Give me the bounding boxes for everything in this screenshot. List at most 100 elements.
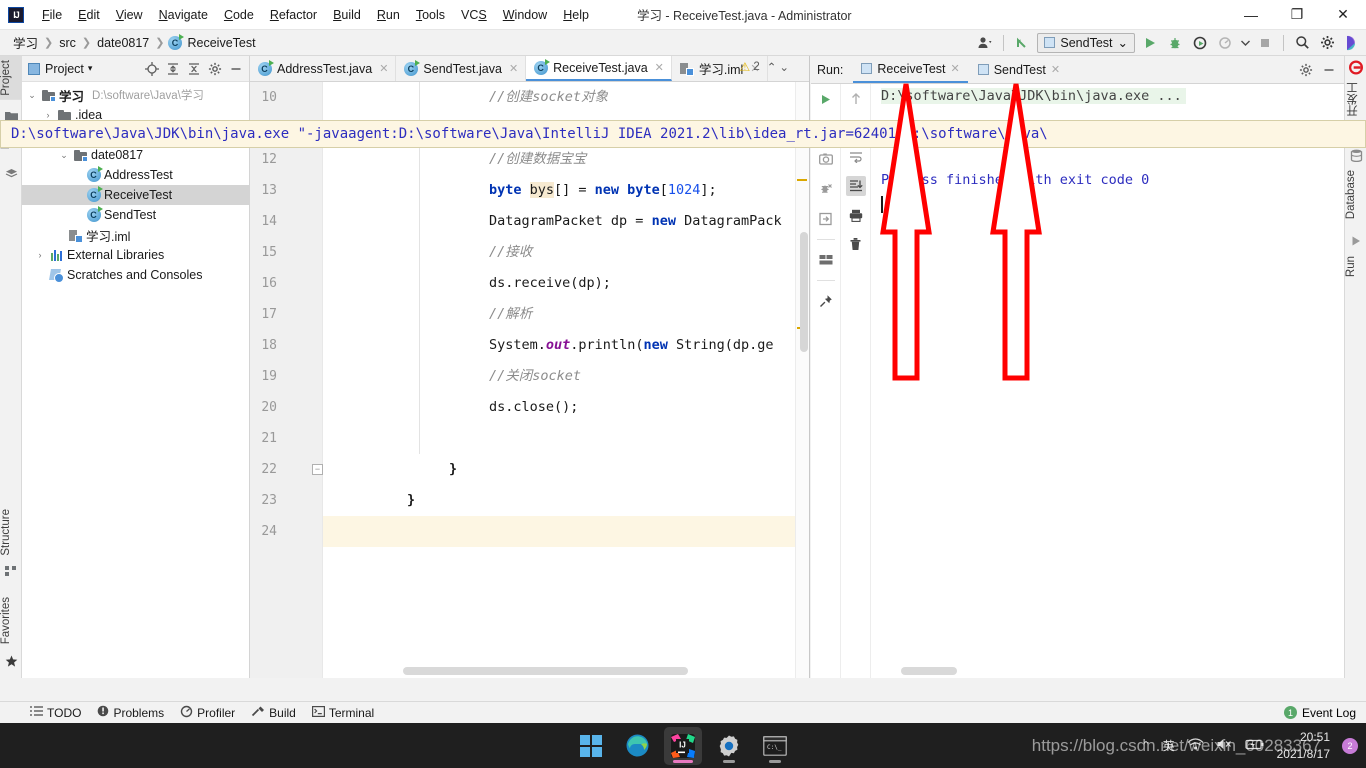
run-with-coverage-icon[interactable]: [1190, 33, 1210, 53]
inspection-marker[interactable]: [797, 179, 807, 181]
breadcrumb-item-project[interactable]: 学习: [10, 33, 41, 52]
next-problem-icon[interactable]: ⌄: [779, 60, 789, 74]
hide-panel-icon[interactable]: [1321, 62, 1336, 77]
debug-icon[interactable]: [1165, 33, 1185, 53]
search-everywhere-icon[interactable]: [1292, 33, 1312, 53]
close-icon[interactable]: ✕: [509, 62, 518, 75]
close-icon[interactable]: ✕: [951, 62, 960, 75]
command-prompt-icon[interactable]: C:\_: [756, 727, 794, 765]
toolwindow-todo[interactable]: TODO: [30, 706, 81, 720]
collapse-all-icon[interactable]: [186, 61, 201, 76]
gear-icon[interactable]: [1298, 62, 1313, 77]
editor-tab-receivetest[interactable]: C ReceiveTest.java ✕: [526, 56, 672, 81]
layout-settings-icon[interactable]: [816, 250, 836, 270]
sidebar-item-database[interactable]: Database: [1345, 166, 1366, 223]
notification-badge[interactable]: 2: [1342, 737, 1358, 754]
twisty-icon[interactable]: ›: [42, 110, 54, 120]
locate-file-icon[interactable]: [144, 61, 159, 76]
menu-help[interactable]: Help: [555, 4, 597, 26]
menu-file[interactable]: File: [34, 4, 70, 26]
prev-problem-icon[interactable]: ⌃: [767, 60, 777, 74]
tree-node-scratches[interactable]: Scratches and Consoles: [22, 265, 249, 285]
sidebar-item-structure[interactable]: Structure: [0, 505, 22, 560]
ide-assistant-icon[interactable]: [1342, 33, 1362, 53]
menu-code[interactable]: Code: [216, 4, 262, 26]
run-tab-receivetest[interactable]: ReceiveTest ✕: [853, 56, 968, 83]
edge-browser-icon[interactable]: [618, 727, 656, 765]
start-button-icon[interactable]: [572, 727, 610, 765]
tree-node-project-root[interactable]: ⌄ 学习 D:\software\Java\学习: [22, 85, 249, 105]
close-icon[interactable]: ✕: [655, 61, 664, 74]
editor-vertical-scrollbar-thumb[interactable]: [800, 232, 808, 352]
scroll-to-end-icon[interactable]: [845, 176, 866, 196]
settings-gear-icon[interactable]: [1317, 33, 1337, 53]
tree-node-external-libraries[interactable]: › External Libraries: [22, 245, 249, 265]
ime-indicator[interactable]: 英: [1163, 737, 1175, 754]
menu-run[interactable]: Run: [369, 4, 408, 26]
console-horizontal-scrollbar[interactable]: [901, 667, 957, 675]
soft-wrap-icon[interactable]: [846, 147, 866, 167]
menu-edit[interactable]: Edit: [70, 4, 108, 26]
clear-all-icon[interactable]: [846, 234, 866, 254]
editor-inspection-strip[interactable]: [795, 82, 809, 678]
thread-dump-icon[interactable]: [816, 179, 836, 199]
pin-icon[interactable]: [816, 291, 836, 311]
editor-tab-addresstest[interactable]: C AddressTest.java ✕: [250, 56, 397, 81]
breadcrumb-item-src[interactable]: src: [56, 36, 79, 50]
toolwindow-profiler[interactable]: Profiler: [180, 705, 235, 721]
scrollbar-thumb[interactable]: [403, 667, 688, 675]
intellij-idea-icon[interactable]: IJ: [664, 726, 702, 765]
user-avatar-icon[interactable]: [975, 33, 995, 53]
expand-all-icon[interactable]: [165, 61, 180, 76]
code-text[interactable]: //创建socket对象 //创建数据宝宝 byte bys[] = new b…: [323, 82, 809, 678]
close-icon[interactable]: ✕: [379, 62, 388, 75]
wifi-icon[interactable]: [1187, 737, 1204, 754]
sidebar-item-favorites[interactable]: Favorites: [0, 593, 22, 648]
twisty-icon[interactable]: ⌄: [58, 150, 70, 161]
menu-refactor[interactable]: Refactor: [262, 4, 325, 26]
sidebar-item-devtools[interactable]: 开发工: [1345, 78, 1366, 121]
sidebar-item-run[interactable]: Run: [1345, 252, 1366, 281]
twisty-icon[interactable]: ›: [34, 250, 46, 260]
stop-icon[interactable]: [1255, 33, 1275, 53]
editor-tab-sendtest[interactable]: C SendTest.java ✕: [396, 56, 527, 81]
taskbar-clock[interactable]: 20:51 2021/8/17: [1277, 729, 1330, 761]
rerun-icon[interactable]: [816, 89, 836, 109]
inspection-widget[interactable]: ⚠ 2 ⌃ ⌄: [740, 60, 789, 74]
run-configuration-selector[interactable]: SendTest ⌄: [1037, 32, 1135, 53]
toolwindow-problems[interactable]: Problems: [97, 705, 164, 720]
editor-horizontal-scrollbar[interactable]: [323, 664, 809, 678]
hide-panel-icon[interactable]: [228, 61, 243, 76]
menu-view[interactable]: View: [108, 4, 151, 26]
gear-icon[interactable]: [207, 61, 222, 76]
tree-node-sendtest[interactable]: C SendTest: [22, 205, 249, 225]
print-icon[interactable]: [846, 205, 866, 225]
update-project-icon[interactable]: [1012, 33, 1032, 53]
close-icon[interactable]: ✕: [1051, 63, 1060, 76]
profile-icon[interactable]: [1215, 33, 1235, 53]
menu-tools[interactable]: Tools: [408, 4, 453, 26]
breadcrumb-item-package[interactable]: date0817: [94, 36, 152, 50]
toolwindow-build[interactable]: Build: [251, 705, 296, 721]
run-icon[interactable]: [1140, 33, 1160, 53]
close-button[interactable]: ✕: [1320, 0, 1366, 30]
screenshot-icon[interactable]: [816, 149, 836, 169]
up-icon[interactable]: [846, 89, 866, 109]
chevron-up-icon[interactable]: ⌃: [1141, 739, 1150, 752]
battery-charging-icon[interactable]: [1245, 738, 1265, 754]
menu-window[interactable]: Window: [495, 4, 555, 26]
settings-icon[interactable]: [710, 727, 748, 765]
tree-node-iml[interactable]: 学习.iml: [22, 225, 249, 245]
chevron-down-icon[interactable]: [1240, 33, 1250, 53]
tree-node-receivetest[interactable]: C ReceiveTest: [22, 185, 249, 205]
run-tab-sendtest[interactable]: SendTest ✕: [970, 56, 1068, 83]
volume-muted-icon[interactable]: [1216, 737, 1233, 754]
run-console-output[interactable]: D:\software\Java\JDK\bin\java.exe ... Pr…: [871, 84, 1344, 678]
breadcrumb-item-class[interactable]: ReceiveTest: [184, 36, 258, 50]
tree-node-addresstest[interactable]: C AddressTest: [22, 165, 249, 185]
opera-gx-icon[interactable]: [1349, 60, 1363, 74]
menu-navigate[interactable]: Navigate: [151, 4, 216, 26]
menu-build[interactable]: Build: [325, 4, 369, 26]
maximize-button[interactable]: ❐: [1274, 0, 1320, 30]
toolwindow-terminal[interactable]: Terminal: [311, 706, 374, 720]
